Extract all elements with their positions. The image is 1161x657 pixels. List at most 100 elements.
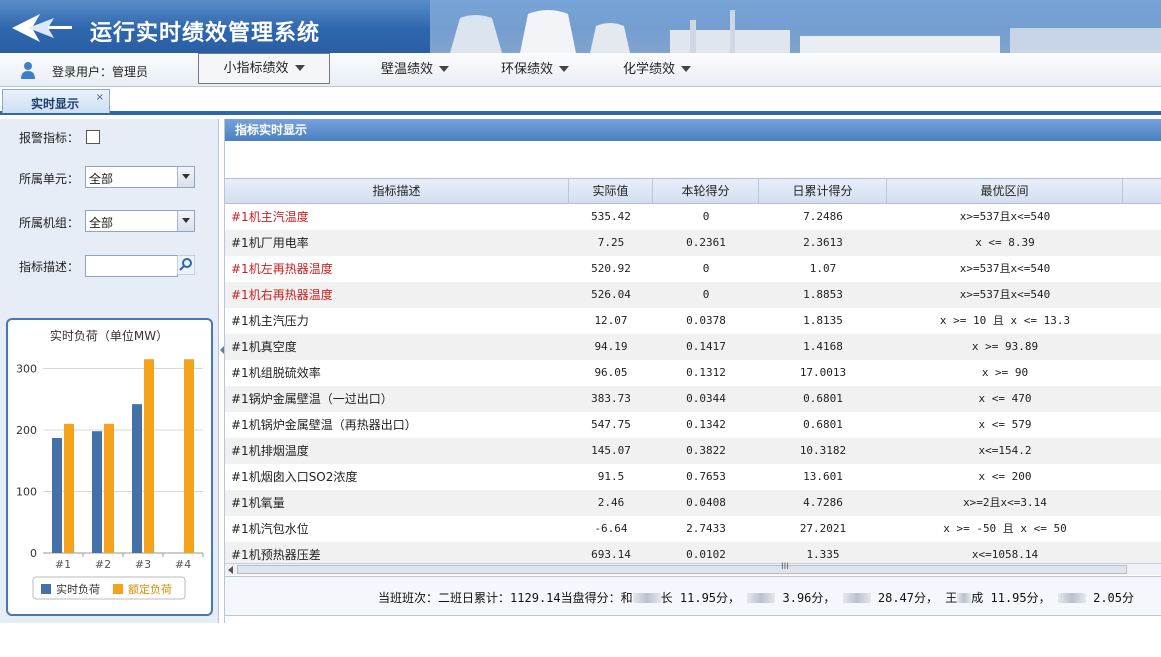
cell-daily-score: 1.07 [809, 262, 837, 275]
cell-optimal-range: x <= 8.39 [975, 236, 1035, 249]
cell-actual: 526.04 [591, 288, 631, 301]
cell-daily-score: 13.601 [803, 470, 843, 483]
table-row[interactable]: #1机组脱硫效率 96.05 0.1312 17.0013 x >= 90 [225, 360, 1161, 386]
menu-label: 化学绩效 [622, 62, 675, 77]
cell-optimal-range: x <= 470 [978, 392, 1032, 405]
bar-rated-load [144, 359, 154, 553]
unit-select-value: 全部 [89, 172, 114, 186]
cell-round-score: 0.0344 [686, 392, 726, 405]
cell-description: #1锅炉金属壁温（一过出口） [231, 392, 393, 406]
tab-realtime-display[interactable]: 实时显示 × [2, 89, 110, 113]
unit-select[interactable]: 全部 [85, 166, 195, 188]
cell-daily-score: 2.3613 [803, 236, 843, 249]
close-icon[interactable]: × [96, 92, 104, 103]
x-tick-label: #2 [95, 558, 111, 571]
y-tick-label: 200 [16, 424, 37, 437]
table-row[interactable]: #1机排烟温度 145.07 0.3822 10.3182 x<=154.2 [225, 438, 1161, 464]
chevron-down-icon[interactable] [177, 211, 194, 231]
column-header-round-score[interactable]: 本轮得分 [653, 179, 759, 204]
group-select[interactable]: 全部 [85, 210, 195, 232]
cell-daily-score: 7.2486 [803, 210, 843, 223]
legend-swatch [113, 584, 123, 594]
alarm-indicator-label: 报警指标： [19, 131, 80, 145]
cell-optimal-range: x<=154.2 [978, 444, 1032, 457]
redacted-name [842, 593, 871, 603]
column-header-optimal-range[interactable]: 最优区间 [887, 179, 1123, 204]
table-row[interactable]: #1机烟囱入口SO2浓度 91.5 0.7653 13.601 x <= 200 [225, 464, 1161, 490]
table-row[interactable]: #1机右再热器温度 526.04 0 1.8853 x>=537且x<=540 [225, 282, 1161, 308]
table-row[interactable]: #1机氧量 2.46 0.0408 4.7286 x>=2且x<=3.14 [225, 490, 1161, 516]
cell-optimal-range: x >= 90 [981, 366, 1029, 379]
column-header-daily-score[interactable]: 日累计得分 [759, 179, 887, 204]
table-row[interactable]: #1锅炉金属壁温（一过出口） 383.73 0.0344 0.6801 x <= 470 [225, 386, 1161, 412]
cell-description: #1机厂用电率 [231, 236, 309, 250]
cell-optimal-range: x >= 10 且 x <= 13.3 [939, 314, 1071, 327]
menu-chemical-performance[interactable]: 化学绩效 [612, 53, 702, 86]
realtime-load-chart: 实时负荷（单位MW） 0 100 200 300 #1 #2 #3 #4 实时负荷 额定负荷 [6, 318, 213, 616]
chevron-down-icon [439, 66, 449, 72]
grid-header: 指标描述 实际值 本轮得分 日累计得分 最优区间 [225, 178, 1161, 204]
table-row[interactable]: #1机厂用电率 7.25 0.2361 2.3613 x <= 8.39 [225, 230, 1161, 256]
menu-label: 环保绩效 [500, 62, 553, 77]
table-row[interactable]: #1机左再热器温度 520.92 0 1.07 x>=537且x<=540 [225, 256, 1161, 282]
cell-optimal-range: x >= -50 且 x <= 50 [943, 522, 1067, 535]
x-tick-label: #3 [135, 558, 151, 571]
power-plant-banner-image [430, 0, 1161, 53]
indicator-desc-input[interactable] [85, 255, 178, 277]
indicator-grid: 指标描述 实际值 本轮得分 日累计得分 最优区间 #1机主汽温度 535.42 0 7… [225, 178, 1161, 575]
cell-optimal-range: x>=537且x<=540 [959, 262, 1051, 275]
scrollbar-thumb[interactable] [237, 565, 1127, 574]
logged-in-user-label: 登录用户：管理员 [52, 65, 149, 79]
cell-optimal-range: x <= 579 [978, 418, 1032, 431]
panel-title: 指标实时显示 [225, 119, 1161, 141]
table-row[interactable]: #1机真空度 94.19 0.1417 1.4168 x >= 93.89 [225, 334, 1161, 360]
menu-small-indicator-performance[interactable]: 小指标绩效 [198, 53, 330, 84]
cell-description: #1机氧量 [231, 496, 285, 510]
cell-daily-score: 4.7286 [803, 496, 843, 509]
legend-swatch [41, 584, 51, 594]
cell-description: #1机烟囱入口SO2浓度 [231, 470, 358, 484]
menu-environmental-performance[interactable]: 环保绩效 [490, 53, 580, 86]
legend-label: 额定负荷 [128, 582, 172, 596]
company-logo-icon [12, 14, 72, 42]
table-row[interactable]: #1机锅炉金属壁温（再热器出口） 547.75 0.1342 0.6801 x <= 5… [225, 412, 1161, 438]
chevron-down-icon[interactable] [177, 167, 194, 187]
y-tick-label: 300 [16, 362, 37, 375]
alarm-indicator-checkbox[interactable] [86, 130, 100, 144]
chevron-down-icon [681, 66, 691, 72]
scroll-left-icon[interactable] [228, 566, 233, 574]
cell-round-score: 0.1417 [686, 340, 726, 353]
cell-optimal-range: x <= 200 [978, 470, 1032, 483]
group-label: 所属机组： [19, 216, 80, 230]
tab-strip: 实时显示 × [0, 87, 1161, 115]
cell-description: #1机左再热器温度 [231, 262, 333, 276]
cell-actual: 383.73 [591, 392, 631, 405]
cell-description: #1机主汽压力 [231, 314, 309, 328]
cell-actual: 547.75 [591, 418, 631, 431]
column-header-description[interactable]: 指标描述 [225, 179, 569, 204]
unit-label: 所属单元： [19, 172, 80, 186]
operator-1-score: 11.95分， [679, 591, 741, 605]
table-row[interactable]: #1机主汽温度 535.42 0 7.2486 x>=537且x<=540 [225, 204, 1161, 230]
table-row[interactable]: #1机汽包水位 -6.64 2.7433 27.2021 x >= -50 且 x <=… [225, 516, 1161, 542]
cell-round-score: 2.7433 [686, 522, 726, 535]
horizontal-scrollbar[interactable]: III [225, 562, 1161, 575]
daily-total: 1129.14 [510, 591, 561, 605]
user-icon [21, 62, 35, 79]
cell-actual: 12.07 [594, 314, 628, 327]
filter-panel: 报警指标： 所属单元： 全部 所属机组： 全部 指标描述： 实时负荷（单位MW）… [0, 119, 219, 623]
menu-wall-temperature-performance[interactable]: 壁温绩效 [370, 53, 460, 86]
bar-actual-load [52, 437, 62, 553]
table-row[interactable]: #1机主汽压力 12.07 0.0378 1.8135 x >= 10 且 x <= 1… [225, 308, 1161, 334]
redacted-name [747, 593, 776, 603]
search-icon[interactable] [177, 255, 195, 275]
column-header-actual[interactable]: 实际值 [569, 179, 653, 204]
cell-actual: 94.19 [594, 340, 628, 353]
cell-actual: -6.64 [594, 522, 628, 535]
shift-prefix: 当班班次：二班日累计： [378, 591, 511, 605]
x-tick-label: #1 [55, 558, 71, 571]
grid-rows: #1机主汽温度 535.42 0 7.2486 x>=537且x<=540 #1机厂用电率… [225, 204, 1161, 568]
main-panel: 指标实时显示 指标描述 实际值 本轮得分 日累计得分 最优区间 #1机主汽温度 5… [224, 119, 1161, 623]
cell-daily-score: 10.3182 [799, 444, 847, 457]
cell-daily-score: 27.2021 [799, 522, 847, 535]
